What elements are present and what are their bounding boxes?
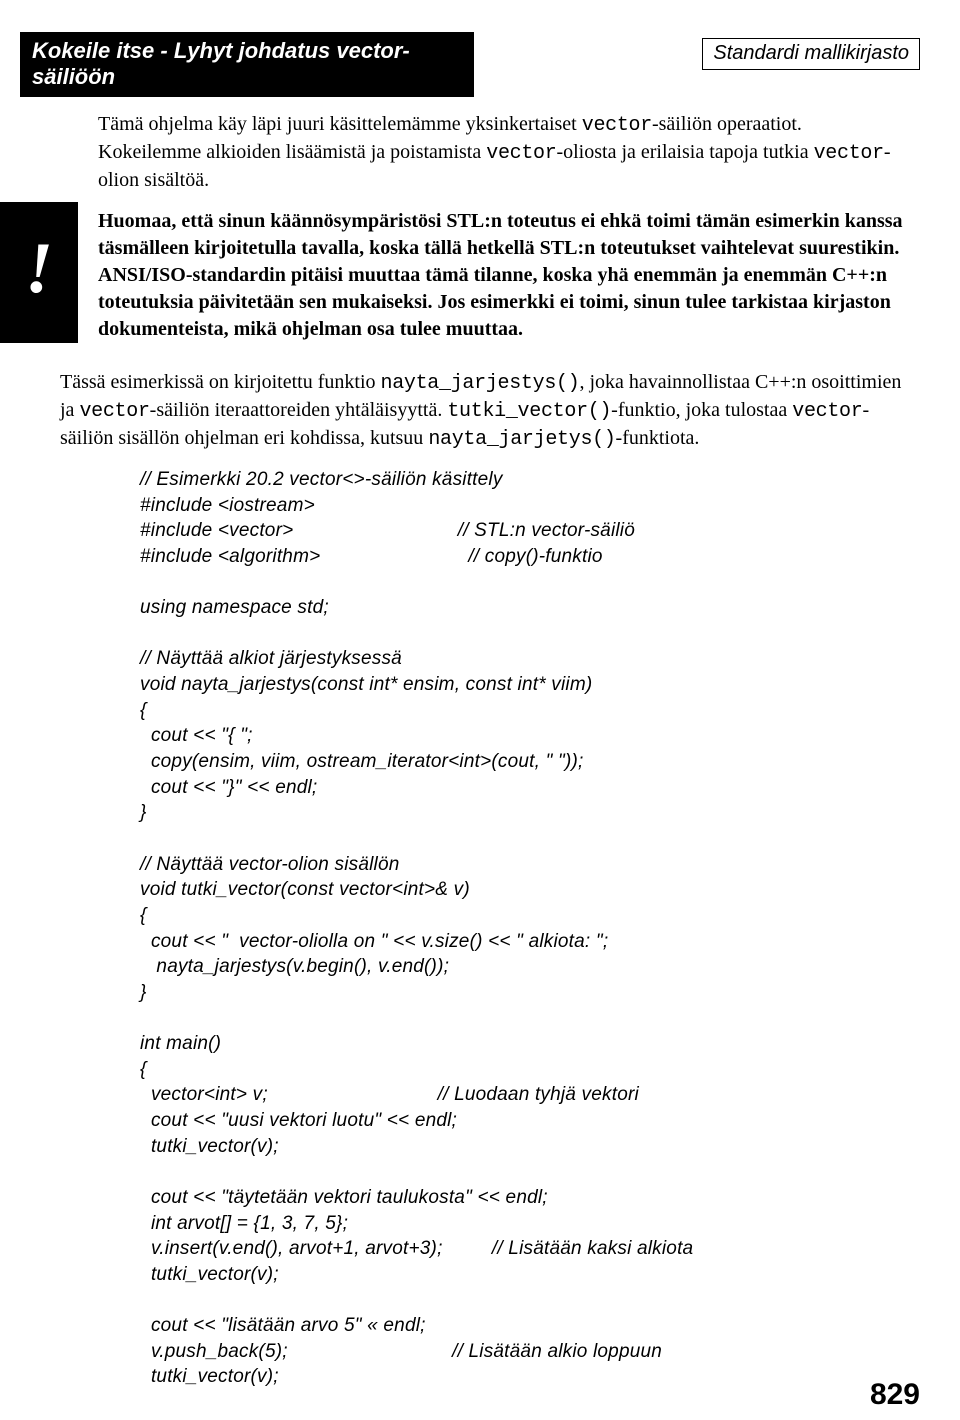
- p2-code-3: tutki_vector(): [447, 400, 611, 423]
- p2-code-1: nayta_jarjestys(): [381, 372, 580, 395]
- p2-c: -säiliön iteraattoreiden yhtäläisyyttä.: [150, 399, 448, 421]
- p2-code-2: vector: [79, 400, 149, 423]
- p2-code-5: nayta_jarjetys(): [428, 428, 615, 451]
- code-listing: // Esimerkki 20.2 vector<>-säiliön käsit…: [140, 467, 920, 1390]
- note-callout: ! Huomaa, että sinun käännösympäristösi …: [20, 202, 920, 343]
- intro-text-a: Tämä ohjelma käy läpi juuri käsittelemäm…: [98, 113, 582, 135]
- p2-d: -funktio, joka tulostaa: [611, 399, 792, 421]
- intro-text-c: -oliosta ja erilaisia tapoja tutkia: [556, 141, 813, 163]
- body-paragraph: Tässä esimerkissä on kirjoitettu funktio…: [60, 369, 910, 453]
- intro-code-3: vector: [814, 142, 884, 165]
- p2-a: Tässä esimerkissä on kirjoitettu funktio: [60, 371, 381, 393]
- intro-code-1: vector: [582, 114, 652, 137]
- page-number: 829: [870, 1378, 920, 1412]
- bang-icon: !: [0, 202, 78, 343]
- intro-paragraph: Tämä ohjelma käy läpi juuri käsittelemäm…: [98, 111, 910, 194]
- intro-code-2: vector: [486, 142, 556, 165]
- note-text: Huomaa, että sinun käännösympäristösi ST…: [98, 202, 920, 343]
- p2-code-4: vector: [792, 400, 862, 423]
- header-tag: Standardi mallikirjasto: [702, 38, 920, 70]
- section-title: Kokeile itse - Lyhyt johdatus vector-säi…: [20, 32, 474, 97]
- p2-f: -funktiota.: [616, 427, 700, 449]
